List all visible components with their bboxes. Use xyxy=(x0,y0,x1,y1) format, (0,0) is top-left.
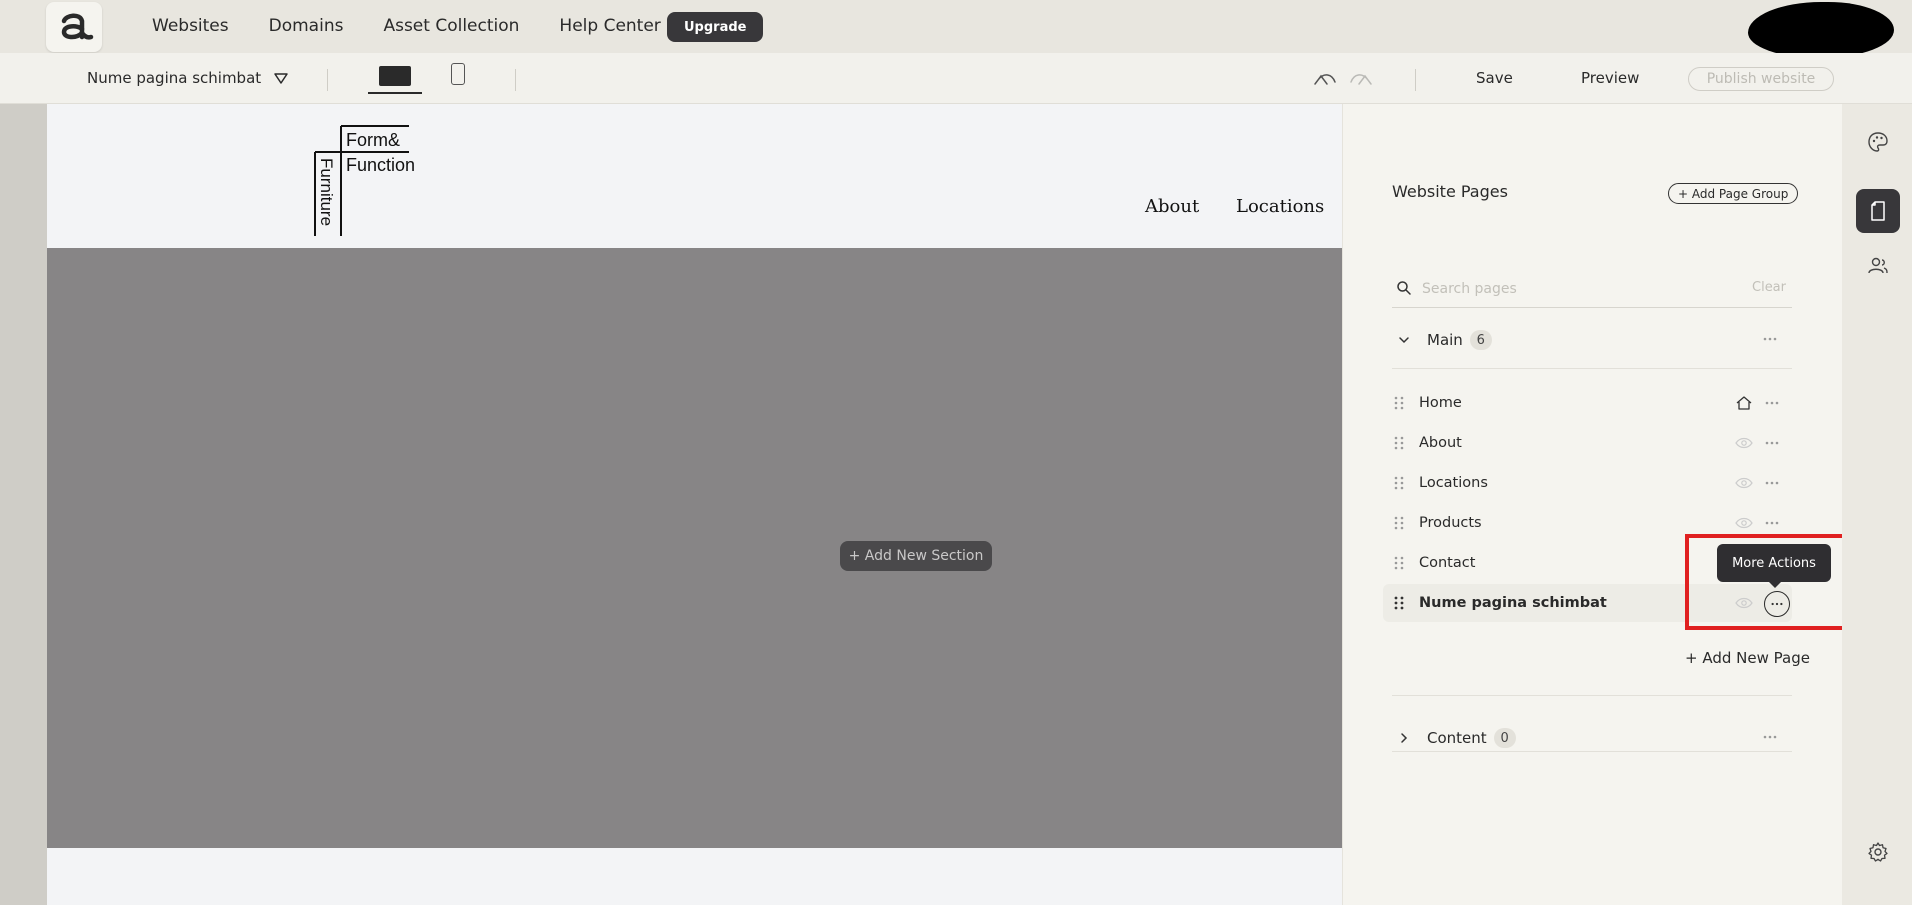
side-rail xyxy=(1842,104,1912,905)
page-name: Home xyxy=(1419,395,1462,411)
members-button[interactable] xyxy=(1856,244,1900,288)
desktop-view-button[interactable] xyxy=(368,62,422,94)
site-nav-locations[interactable]: Locations xyxy=(1236,196,1324,217)
pages-button[interactable] xyxy=(1856,189,1900,233)
more-icon[interactable] xyxy=(1764,435,1780,451)
page-name: Contact xyxy=(1419,555,1476,571)
desktop-icon xyxy=(379,66,411,86)
undo-icon[interactable] xyxy=(1312,68,1338,90)
site-logo[interactable]: Form& Function Furniture xyxy=(305,122,425,236)
nav-help-center[interactable]: Help Center xyxy=(559,14,660,38)
clear-search-button[interactable]: Clear xyxy=(1752,280,1786,295)
page-select-value: Nume pagina schimbat xyxy=(87,69,262,87)
page-icon xyxy=(1871,201,1885,221)
users-icon xyxy=(1868,257,1888,274)
drag-handle-icon[interactable] xyxy=(1392,435,1406,451)
page-name: About xyxy=(1419,435,1462,451)
hero-section[interactable]: + Add New Section xyxy=(47,248,1342,848)
redo-icon[interactable] xyxy=(1348,68,1374,90)
search-pages: Clear xyxy=(1392,272,1792,308)
pages-panel: Website Pages + Add Page Group Clear Mai… xyxy=(1342,104,1842,905)
drag-handle-icon[interactable] xyxy=(1392,515,1406,531)
chevron-down-icon xyxy=(274,73,288,84)
canvas-gutter xyxy=(0,104,47,905)
preview-button[interactable]: Preview xyxy=(1581,69,1639,87)
drag-handle-icon[interactable] xyxy=(1392,395,1406,411)
page-row-home[interactable]: Home xyxy=(1383,384,1792,422)
eye-icon[interactable] xyxy=(1735,475,1753,491)
palette-icon xyxy=(1868,132,1888,152)
website-canvas[interactable]: Form& Function Furniture About Locations… xyxy=(47,104,1342,905)
divider xyxy=(327,69,328,91)
add-new-page-button[interactable]: + Add New Page xyxy=(1685,649,1810,667)
drag-handle-icon[interactable] xyxy=(1392,475,1406,491)
site-nav-about[interactable]: About xyxy=(1145,196,1199,217)
avatar[interactable] xyxy=(1748,2,1894,58)
search-input[interactable] xyxy=(1422,277,1722,301)
a-brand-logo-icon xyxy=(61,13,94,40)
site-logo-line1: Form& xyxy=(346,130,400,150)
drag-handle-icon[interactable] xyxy=(1392,555,1406,571)
page-group-main[interactable]: Main 6 xyxy=(1392,325,1792,355)
publish-website-button[interactable]: Publish website xyxy=(1688,67,1834,91)
divider xyxy=(1392,751,1792,752)
save-button[interactable]: Save xyxy=(1476,69,1513,87)
page-select[interactable]: Nume pagina schimbat xyxy=(87,69,288,87)
nav-websites[interactable]: Websites xyxy=(152,14,229,38)
add-new-section-button[interactable]: + Add New Section xyxy=(840,541,992,571)
divider xyxy=(1392,368,1792,369)
page-row-about[interactable]: About xyxy=(1383,424,1792,462)
drag-handle-icon[interactable] xyxy=(1392,595,1406,611)
more-icon[interactable] xyxy=(1764,515,1780,531)
page-name: Products xyxy=(1419,515,1482,531)
panel-title: Website Pages xyxy=(1392,182,1508,201)
divider xyxy=(515,69,516,91)
divider xyxy=(1415,69,1416,91)
more-icon[interactable] xyxy=(1764,475,1780,491)
nav-asset-collection[interactable]: Asset Collection xyxy=(383,14,519,38)
add-page-group-button[interactable]: + Add Page Group xyxy=(1668,183,1799,204)
site-logo-line2: Function xyxy=(346,155,415,175)
more-icon[interactable] xyxy=(1762,331,1778,347)
highlight-annotation xyxy=(1685,534,1857,630)
upgrade-button[interactable]: Upgrade xyxy=(667,12,764,42)
page-name: Nume pagina schimbat xyxy=(1419,595,1607,611)
group-name: Content xyxy=(1427,729,1487,747)
group-count-badge: 0 xyxy=(1493,728,1516,748)
divider xyxy=(1392,695,1792,696)
site-logo-vertical: Furniture xyxy=(317,158,336,226)
page-group-content[interactable]: Content 0 xyxy=(1392,723,1792,753)
home-icon xyxy=(1736,396,1752,410)
nav-domains[interactable]: Domains xyxy=(269,14,344,38)
page-row-locations[interactable]: Locations xyxy=(1383,464,1792,502)
settings-button[interactable] xyxy=(1856,830,1900,874)
more-icon[interactable] xyxy=(1762,729,1778,745)
eye-icon[interactable] xyxy=(1735,515,1753,531)
top-bar: Websites Domains Asset Collection Help C… xyxy=(0,0,1912,58)
page-name: Locations xyxy=(1419,475,1488,491)
mobile-view-button[interactable] xyxy=(451,63,465,85)
brand-logo[interactable] xyxy=(46,2,102,52)
eye-icon[interactable] xyxy=(1735,435,1753,451)
group-count-badge: 6 xyxy=(1469,330,1492,350)
chevron-down-icon[interactable] xyxy=(1395,331,1413,349)
design-button[interactable] xyxy=(1856,120,1900,164)
chevron-right-icon[interactable] xyxy=(1395,729,1413,747)
editor-toolbar: Nume pagina schimbat Save Preview Publis… xyxy=(0,53,1912,104)
more-icon[interactable] xyxy=(1764,395,1780,411)
main-nav: Websites Domains Asset Collection Help C… xyxy=(152,14,701,38)
gear-icon xyxy=(1868,842,1888,862)
search-icon xyxy=(1397,281,1411,295)
group-name: Main xyxy=(1427,331,1463,349)
